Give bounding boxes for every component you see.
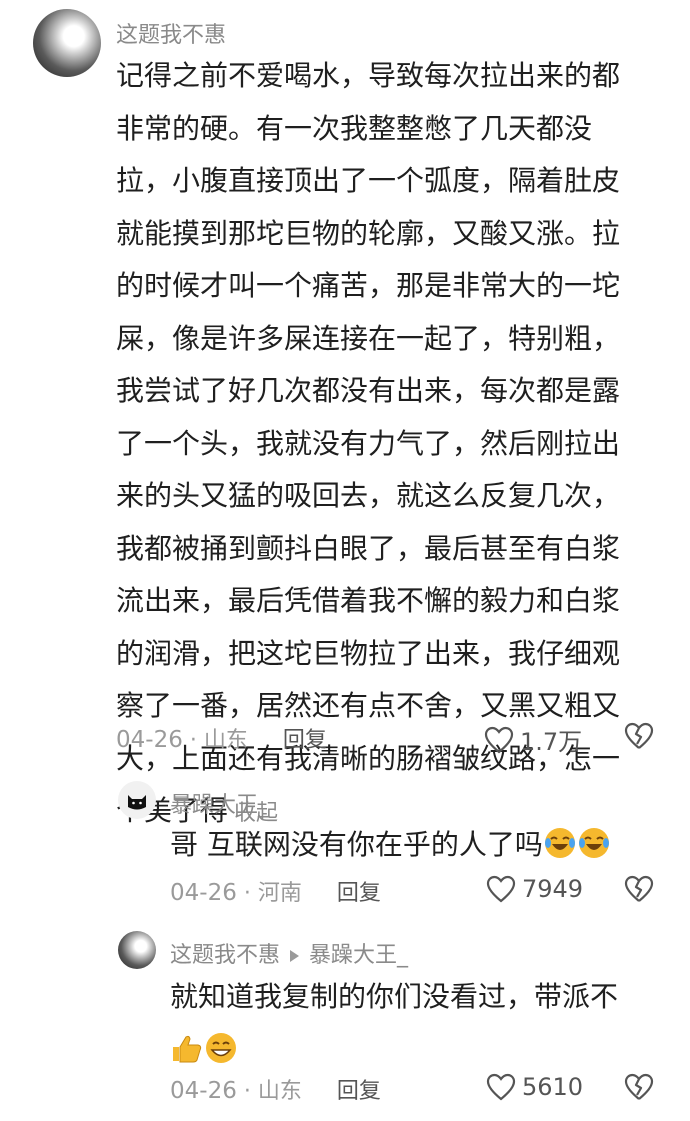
comment-reply: 这题我不惠 暴躁大王_ 就知道我复制的你们没看过，带派不 04-26 · 山东 回… xyxy=(0,925,690,1121)
avatar[interactable] xyxy=(33,9,101,77)
comment-meta: 04-26 · 山东 回复 xyxy=(116,722,327,754)
reply-button[interactable]: 回复 xyxy=(337,881,381,906)
dislike-button[interactable] xyxy=(624,722,654,754)
like-count: 7949 xyxy=(522,875,584,903)
meta-separator: · xyxy=(243,1079,258,1104)
comment-body: 哥 互联网没有你在乎的人了吗 xyxy=(170,819,611,872)
dislike-button[interactable] xyxy=(624,875,654,907)
comment-line: 拉，小腹直接顶出了一个弧度，隔着肚皮 xyxy=(116,164,621,197)
comment-line: 记得之前不爱喝水，导致每次拉出来的都 xyxy=(116,59,621,92)
comment-body: 就知道我复制的你们没看过，带派不 xyxy=(170,971,640,1076)
avatar[interactable] xyxy=(118,931,156,969)
comment-username[interactable]: 这题我不惠 xyxy=(116,17,226,49)
comment-line: 流出来，最后凭借着我不懈的毅力和白浆 xyxy=(116,584,621,617)
grin-emoji xyxy=(206,1032,236,1063)
heart-icon xyxy=(484,726,514,753)
reply-header: 这题我不惠 暴躁大王_ xyxy=(170,937,408,969)
comment-main: 这题我不惠 记得之前不爱喝水，导致每次拉出来的都 非常的硬。有一次我整整憋了几天… xyxy=(0,0,690,827)
comment-text: 哥 互联网没有你在乎的人了吗 xyxy=(170,828,543,861)
like-count: 5610 xyxy=(522,1073,584,1101)
laugh-cry-emoji xyxy=(544,828,575,858)
meta-separator: · xyxy=(189,728,204,753)
like-button[interactable]: 1.7万 xyxy=(484,722,582,757)
comment-reply: 暴躁大王_ 哥 互联网没有你在乎的人了吗 04-26 · 河南 回复 7949 xyxy=(0,775,690,915)
like-button[interactable]: 7949 xyxy=(486,875,583,903)
avatar[interactable] xyxy=(118,781,156,819)
comment-meta: 04-26 · 河南 回复 xyxy=(170,875,381,907)
dislike-button[interactable] xyxy=(624,1073,654,1105)
comment-line: 了一个头，我就没有力气了，然后刚拉出 xyxy=(116,426,621,460)
broken-heart-icon xyxy=(624,722,654,749)
comment-date: 04-26 xyxy=(170,880,237,906)
comment-location: 山东 xyxy=(257,1079,302,1104)
comment-line: 非常的硬。有一次我整整憋了几天都没 xyxy=(116,111,593,145)
comment-line: 的润滑，把这坨巨物拉了出来，我仔细观 xyxy=(116,636,621,670)
comment-line: 就能摸到那坨巨物的轮廓，又酸又涨。拉 xyxy=(116,216,621,250)
comment-username[interactable]: 暴躁大王_ xyxy=(170,787,269,819)
heart-icon xyxy=(486,875,516,903)
comment-location: 河南 xyxy=(257,881,302,906)
reply-arrow-icon xyxy=(290,950,300,962)
comment-text: 就知道我复制的你们没看过，带派不 xyxy=(170,980,619,1013)
reply-button[interactable]: 回复 xyxy=(337,1079,381,1104)
thumbs-up-emoji xyxy=(173,1035,202,1062)
comment-date: 04-26 xyxy=(116,727,183,753)
heart-icon xyxy=(486,1073,516,1101)
comment-date: 04-26 xyxy=(170,1078,237,1104)
reply-target-username[interactable]: 暴躁大王_ xyxy=(309,943,408,968)
comment-username[interactable]: 这题我不惠 xyxy=(170,943,280,968)
comment-line: 我尝试了好几次都没有出来，每次都是露 xyxy=(116,374,621,407)
comment-meta: 04-26 · 山东 回复 xyxy=(170,1073,381,1105)
laugh-cry-emoji xyxy=(578,828,609,858)
comment-line: 的时候才叫一个痛苦，那是非常大的一坨 xyxy=(116,269,621,302)
broken-heart-icon xyxy=(624,1073,654,1100)
comment-location: 山东 xyxy=(203,728,248,753)
comment-line: 屎，像是许多屎连接在一起了，特别粗， xyxy=(116,321,621,355)
like-count: 1.7万 xyxy=(520,728,583,756)
meta-separator: · xyxy=(243,881,258,906)
comment-line: 我都被捅到颤抖白眼了，最后甚至有白浆 xyxy=(116,531,621,565)
comment-line: 来的头又猛的吸回去，就这么反复几次， xyxy=(116,479,621,512)
reply-button[interactable]: 回复 xyxy=(283,728,327,753)
broken-heart-icon xyxy=(624,875,654,902)
avatar-cat-icon xyxy=(128,795,146,810)
like-button[interactable]: 5610 xyxy=(486,1073,583,1101)
